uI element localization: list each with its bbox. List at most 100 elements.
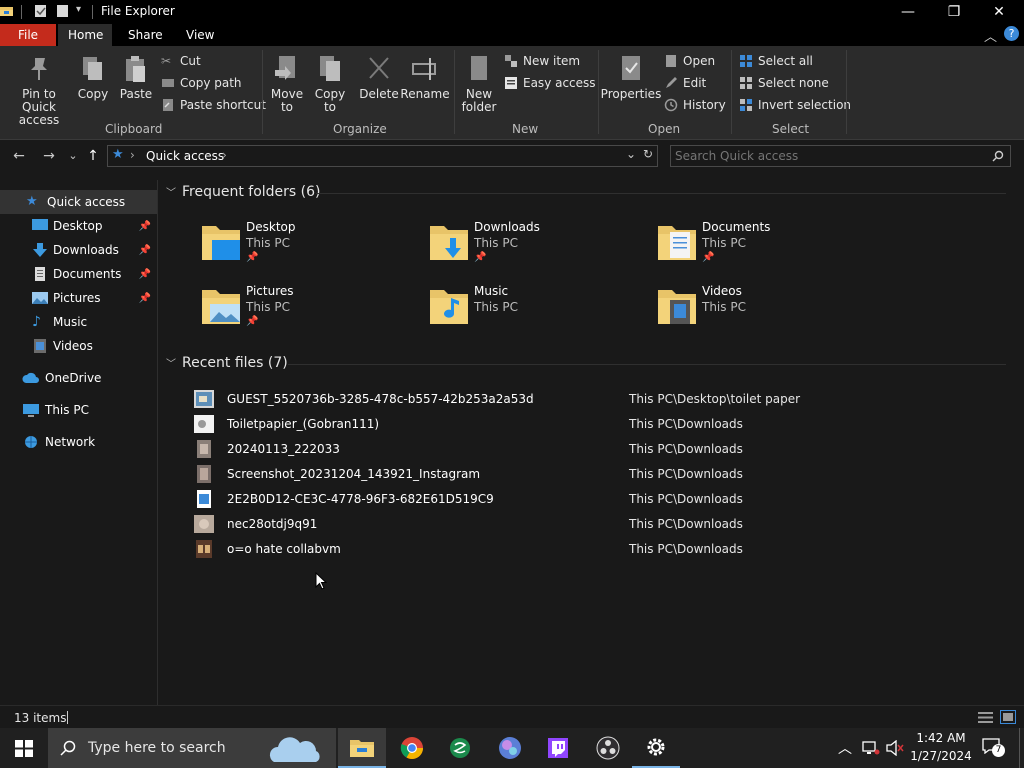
help-icon[interactable]: ?	[1004, 26, 1019, 41]
refresh-icon[interactable]: ↻	[643, 147, 653, 161]
notifications-button[interactable]: 7	[982, 738, 1005, 758]
sidebar-item-music[interactable]: ♪ Music	[0, 310, 157, 334]
taskbar-app-globe[interactable]	[486, 728, 534, 768]
copy-to-button[interactable]: Copy to	[313, 54, 347, 114]
up-button[interactable]: ↑	[84, 148, 102, 164]
folder-tile-downloads[interactable]: Downloads This PC 📌	[428, 216, 648, 272]
search-input[interactable]	[673, 147, 983, 165]
table-row[interactable]: o=o hate collabvm This PC\Downloads	[194, 537, 814, 561]
taskbar-app-file-explorer[interactable]	[338, 728, 386, 768]
table-row[interactable]: GUEST_5520736b-3285-478c-b557-42b253a2a5…	[194, 387, 814, 411]
folder-tile-music[interactable]: Music This PC	[428, 280, 648, 336]
sidebar-item-quick-access[interactable]: ★ Quick access	[0, 190, 157, 214]
invert-selection-button[interactable]: Invert selection	[739, 96, 851, 114]
clock-time[interactable]: 1:42 AM	[908, 731, 974, 745]
taskbar-app-settings[interactable]	[632, 728, 680, 768]
table-row[interactable]: 20240113_222033 This PC\Downloads	[194, 437, 814, 461]
search-icon[interactable]	[992, 150, 1004, 162]
new-folder-quick-icon[interactable]	[56, 4, 70, 18]
new-item-button[interactable]: New item	[504, 52, 580, 70]
recent-locations-button[interactable]: ⌄	[64, 148, 82, 164]
sidebar-item-network[interactable]: Network	[0, 430, 157, 454]
close-button[interactable]: ✕	[976, 0, 1022, 24]
pin-icon[interactable]: 📌	[139, 221, 151, 232]
folder-tile-desktop[interactable]: Desktop This PC 📌	[200, 216, 420, 272]
rename-button[interactable]: Rename	[400, 54, 450, 101]
sidebar-item-this-pc[interactable]: This PC	[0, 398, 157, 422]
folder-tile-documents[interactable]: Documents This PC 📌	[656, 216, 876, 272]
easy-access-icon	[505, 77, 517, 89]
folder-tile-videos[interactable]: Videos This PC	[656, 280, 876, 336]
tab-share[interactable]: Share	[118, 24, 173, 46]
edit-button[interactable]: Edit	[664, 74, 706, 92]
tray-chevron-up-icon[interactable]: ︿	[838, 738, 852, 758]
properties-button[interactable]: Properties	[601, 54, 661, 101]
windows-start-icon[interactable]	[15, 740, 33, 757]
star-icon: ★	[26, 194, 38, 209]
downloads-folder-icon	[430, 226, 468, 260]
table-row[interactable]: nec28otdj9q91 This PC\Downloads	[194, 512, 814, 536]
details-view-icon[interactable]	[978, 711, 993, 724]
paste-button[interactable]: Paste	[118, 54, 154, 101]
properties-quick-icon[interactable]	[34, 4, 48, 18]
table-row[interactable]: Toiletpapier_(Gobran111) This PC\Downloa…	[194, 412, 814, 436]
open-button[interactable]: Open	[664, 52, 715, 70]
quick-access-star-icon: ★	[112, 147, 124, 162]
network-tray-icon[interactable]	[862, 740, 880, 756]
tab-view[interactable]: View	[176, 24, 224, 46]
pin-icon[interactable]: 📌	[139, 269, 151, 280]
easy-access-label: Easy access	[523, 76, 596, 90]
move-to-button[interactable]: Move to	[270, 54, 304, 114]
select-all-button[interactable]: Select all	[739, 52, 813, 70]
folder-tile-pictures[interactable]: Pictures This PC 📌	[200, 280, 420, 336]
section-divider	[316, 193, 1006, 194]
taskbar-app-twitch[interactable]	[534, 728, 582, 768]
paste-shortcut-button[interactable]: Paste shortcut	[161, 96, 266, 114]
sidebar-item-documents[interactable]: Documents 📌	[0, 262, 157, 286]
pin-to-quick-access-button[interactable]: Pin to Quick access	[6, 54, 72, 127]
volume-muted-icon[interactable]	[886, 740, 904, 756]
taskbar-app-obs[interactable]	[584, 728, 632, 768]
large-icons-view-icon[interactable]	[1000, 710, 1016, 724]
delete-button[interactable]: Delete	[359, 54, 399, 101]
back-button[interactable]: ←	[10, 148, 28, 164]
tab-home[interactable]: Home	[58, 24, 112, 46]
easy-access-button[interactable]: Easy access	[504, 74, 596, 92]
select-none-button[interactable]: Select none	[739, 74, 829, 92]
recent-files-header[interactable]: ﹀ Recent files (7)	[166, 355, 288, 371]
forward-button[interactable]: →	[40, 148, 58, 164]
address-dropdown-icon[interactable]: ⌄	[626, 147, 636, 161]
new-folder-button[interactable]: New folder	[460, 54, 498, 114]
pin-icon[interactable]: 📌	[139, 245, 151, 256]
folder-location: This PC	[702, 300, 746, 314]
section-divider	[288, 364, 1006, 365]
qat-dropdown-icon[interactable]: ▾	[76, 4, 81, 15]
copy-path-button[interactable]: Copy path	[161, 74, 242, 92]
collapse-ribbon-icon[interactable]: ︿	[984, 26, 997, 45]
table-row[interactable]: 2E2B0D12-CE3C-4778-96F3-682E61D519C9 Thi…	[194, 487, 814, 511]
maximize-button[interactable]: ❐	[931, 0, 977, 24]
taskbar-app-green[interactable]	[436, 728, 484, 768]
minimize-button[interactable]: —	[885, 0, 931, 24]
history-button[interactable]: History	[664, 96, 726, 114]
search-box[interactable]	[670, 145, 1011, 167]
cut-button[interactable]: ✂ Cut	[161, 52, 201, 70]
sidebar-item-downloads[interactable]: Downloads 📌	[0, 238, 157, 262]
address-bar[interactable]: ★ › Quick access › ⌄ ↻	[107, 145, 658, 167]
pin-icon[interactable]: 📌	[139, 293, 151, 304]
move-to-label: Move to	[270, 87, 304, 114]
copy-button[interactable]: Copy	[78, 54, 108, 101]
tab-file[interactable]: File	[0, 24, 56, 46]
show-desktop-button[interactable]	[1019, 728, 1024, 768]
frequent-folders-header[interactable]: ﹀ Frequent folders (6)	[166, 184, 321, 200]
table-row[interactable]: Screenshot_20231204_143921_Instagram Thi…	[194, 462, 814, 486]
sidebar-item-pictures[interactable]: Pictures 📌	[0, 286, 157, 310]
breadcrumb-quick-access[interactable]: Quick access	[146, 149, 224, 163]
sidebar-item-videos[interactable]: Videos	[0, 334, 157, 358]
clock-date[interactable]: 1/27/2024	[908, 749, 974, 763]
taskbar-search-box[interactable]: Type here to search	[48, 728, 336, 768]
sidebar-item-onedrive[interactable]: OneDrive	[0, 366, 157, 390]
green-app-icon	[450, 738, 470, 758]
sidebar-item-desktop[interactable]: Desktop 📌	[0, 214, 157, 238]
taskbar-app-chrome[interactable]	[388, 728, 436, 768]
